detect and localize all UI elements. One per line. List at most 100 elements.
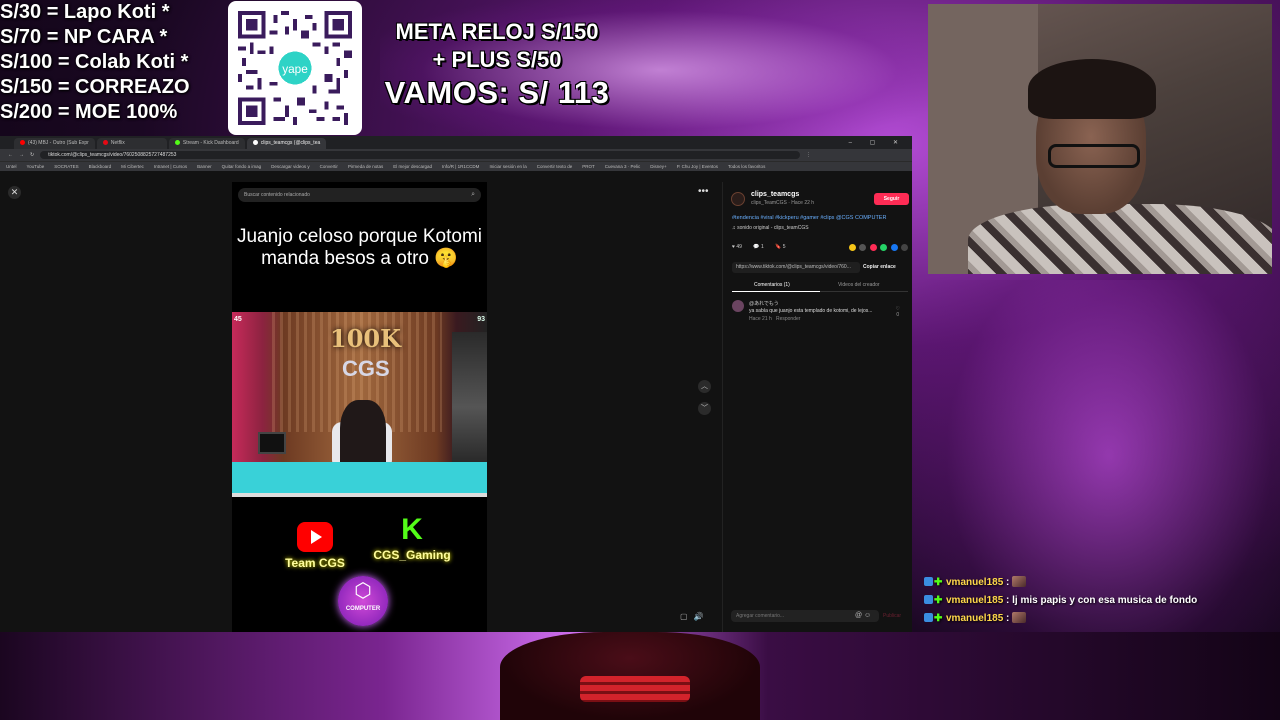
tab-creator-videos[interactable]: Videos del creador — [838, 282, 880, 288]
bookmark[interactable]: PROT — [582, 164, 595, 169]
video-caption: Juanjo celoso porque Kotomi manda besos … — [236, 226, 483, 269]
yape-qr-code: yape — [228, 1, 362, 135]
chat-message: ✚ vmanuel185 : — [924, 610, 1274, 628]
extensions-icon[interactable]: ⋮ — [806, 152, 811, 158]
next-video-icon[interactable]: ﹀ — [698, 402, 711, 415]
whatsapp-icon[interactable] — [880, 244, 888, 251]
back-icon[interactable]: ← — [8, 152, 13, 158]
bookmark[interactable]: Blackboard — [89, 164, 112, 169]
bookmark[interactable]: SOCRATES — [54, 164, 78, 169]
window-controls[interactable]: – ▢ ✕ — [849, 138, 912, 149]
mention-emoji-icon[interactable]: @ ☺ — [855, 610, 871, 622]
chat-username: vmanuel185 — [946, 577, 1004, 588]
bookmark[interactable]: Disney+ — [650, 164, 666, 169]
share-icon[interactable] — [901, 244, 908, 251]
kick-icon: K — [401, 513, 423, 546]
cgs-computer-logo: ⬡ COMPUTER — [338, 576, 388, 626]
facebook-icon[interactable] — [890, 244, 898, 251]
kick-link: K CGS_Gaming — [373, 513, 451, 563]
browser-tab[interactable]: Netflix — [96, 138, 167, 149]
chat-text: lj mis papis y con esa musica de fondo — [1012, 595, 1198, 606]
engagement-stats: ♥ 49 💬 1 🔖 5 — [732, 244, 908, 254]
emote-icon — [1012, 612, 1027, 623]
comment-like-button[interactable]: ♡ 0 — [896, 306, 900, 318]
browser-tab[interactable]: Stream - Kick Dashboard — [168, 138, 245, 149]
browser-tab-active[interactable]: clips_teamcgs (@clips_tea — [246, 138, 327, 149]
badge-icon — [924, 577, 933, 586]
url-field[interactable]: tiktok.com/@clips_teamcgs/video/76025088… — [40, 151, 801, 159]
sound-link[interactable]: ♫ sonido original - clips_teamCGS — [732, 225, 809, 231]
bookmark[interactable]: Pirmeda de notas — [348, 164, 383, 169]
bookmark[interactable]: Banner — [197, 164, 212, 169]
browser-tab[interactable]: (43) MBJ - Outro (Sub Expr — [14, 138, 95, 149]
goal-line: S/30 = Lapo Koti * — [0, 1, 170, 23]
bookmark[interactable]: Untel — [6, 164, 17, 169]
address-bar: ← → ↻ tiktok.com/@clips_teamcgs/video/76… — [0, 149, 912, 161]
reload-icon[interactable]: ↻ — [30, 152, 34, 158]
send-icon[interactable] — [869, 244, 877, 251]
computer-logo-icon: ⬡ — [354, 580, 372, 602]
chat-username: vmanuel185 — [946, 613, 1004, 624]
comment-meta: Hace 21 h Responder — [749, 316, 801, 322]
video-link-field[interactable]: https://www.tiktok.com/@clips_teamcgs/vi… — [732, 262, 860, 273]
tab-bar: (43) MBJ - Outro (Sub Expr Netflix Strea… — [0, 136, 912, 149]
bookmark[interactable]: Mi Cibertec — [121, 164, 144, 169]
chat-username: vmanuel185 — [946, 595, 1004, 606]
video-player[interactable]: Buscar contenido relacionado ⌕ Juanjo ce… — [232, 182, 487, 632]
more-options-icon[interactable]: ••• — [698, 186, 709, 197]
author-username[interactable]: clips_teamcgs — [751, 191, 799, 198]
emote-icon — [1012, 576, 1027, 587]
search-icon[interactable]: ⌕ — [471, 188, 475, 202]
coin-icon[interactable] — [849, 244, 857, 251]
avatar[interactable] — [732, 300, 744, 312]
bookmark[interactable]: Convertir — [320, 164, 338, 169]
previous-video-icon[interactable]: ︿ — [698, 380, 711, 393]
bookmark[interactable]: P. Chu Joy | Eventos — [677, 164, 718, 169]
bookmarks-bar: Untel YouTube SOCRATES Blackboard Mi Cib… — [0, 161, 912, 171]
bookmark[interactable]: Quitar fondo a imag — [222, 164, 262, 169]
volume-icon[interactable]: ▢🔊 — [680, 612, 710, 621]
save-button[interactable]: 🔖 5 — [775, 244, 785, 250]
milestone-sign: 100K — [330, 324, 401, 353]
kick-badge-icon: ✚ — [934, 595, 943, 606]
netflix-icon — [102, 140, 108, 145]
tab-comments[interactable]: Comentarios (1) — [754, 282, 790, 288]
close-video-icon[interactable]: ✕ — [8, 186, 21, 199]
reply-button[interactable]: Responder — [776, 316, 800, 322]
bookmark[interactable]: Descargar videos y — [271, 164, 310, 169]
badge-icon — [924, 595, 933, 604]
post-button[interactable]: Publicar — [883, 610, 901, 622]
bookmark[interactable]: Convertir texto de — [537, 164, 573, 169]
copy-link-button[interactable]: Copiar enlace — [863, 262, 896, 273]
bookmark[interactable]: Info/R | 1R1CCDM — [442, 164, 479, 169]
kick-icon — [174, 140, 180, 145]
badge-icon — [924, 613, 933, 622]
bookmark[interactable]: Cuevana 3 · Pelic — [605, 164, 641, 169]
hashtags[interactable]: #tendencia #viral #kickperu #gamer #clip… — [732, 214, 908, 222]
like-button[interactable]: ♥ 49 — [732, 244, 742, 250]
bookmark[interactable]: Intranet | Cursos — [154, 164, 187, 169]
video-frame: 100K CGS 45 93 — [232, 312, 487, 497]
tiktok-icon — [252, 140, 258, 145]
video-progress-bar[interactable] — [232, 493, 487, 497]
bookmark[interactable]: Iniciar sesión en la — [489, 164, 526, 169]
qr-code-icon: yape — [238, 11, 352, 125]
related-search-input[interactable]: Buscar contenido relacionado ⌕ — [238, 188, 481, 202]
chat-message: ✚ vmanuel185 : — [924, 574, 1274, 592]
bookmark[interactable]: El mejor descargad — [393, 164, 432, 169]
comment-button[interactable]: 💬 1 — [753, 244, 763, 250]
embed-icon[interactable] — [859, 244, 867, 251]
bookmark[interactable]: Todos los favoritos — [728, 164, 765, 169]
studio-logo: CGS — [342, 356, 390, 381]
avatar[interactable] — [731, 192, 745, 206]
panel-tabs: Comentarios (1) Videos del creador — [732, 280, 908, 292]
follow-button[interactable]: Seguir — [874, 193, 909, 205]
bookmark[interactable]: YouTube — [27, 164, 45, 169]
kick-badge-icon: ✚ — [934, 577, 943, 588]
goal-line: S/100 = Colab Koti * — [0, 51, 189, 73]
forward-icon[interactable]: → — [19, 152, 24, 158]
comment-username[interactable]: @あれでもう — [749, 300, 779, 307]
meta-line-2: + PLUS S/50 — [432, 47, 562, 72]
youtube-icon — [297, 522, 333, 552]
comment-text: ya sabía que juanjo esta templado de kot… — [749, 308, 873, 314]
